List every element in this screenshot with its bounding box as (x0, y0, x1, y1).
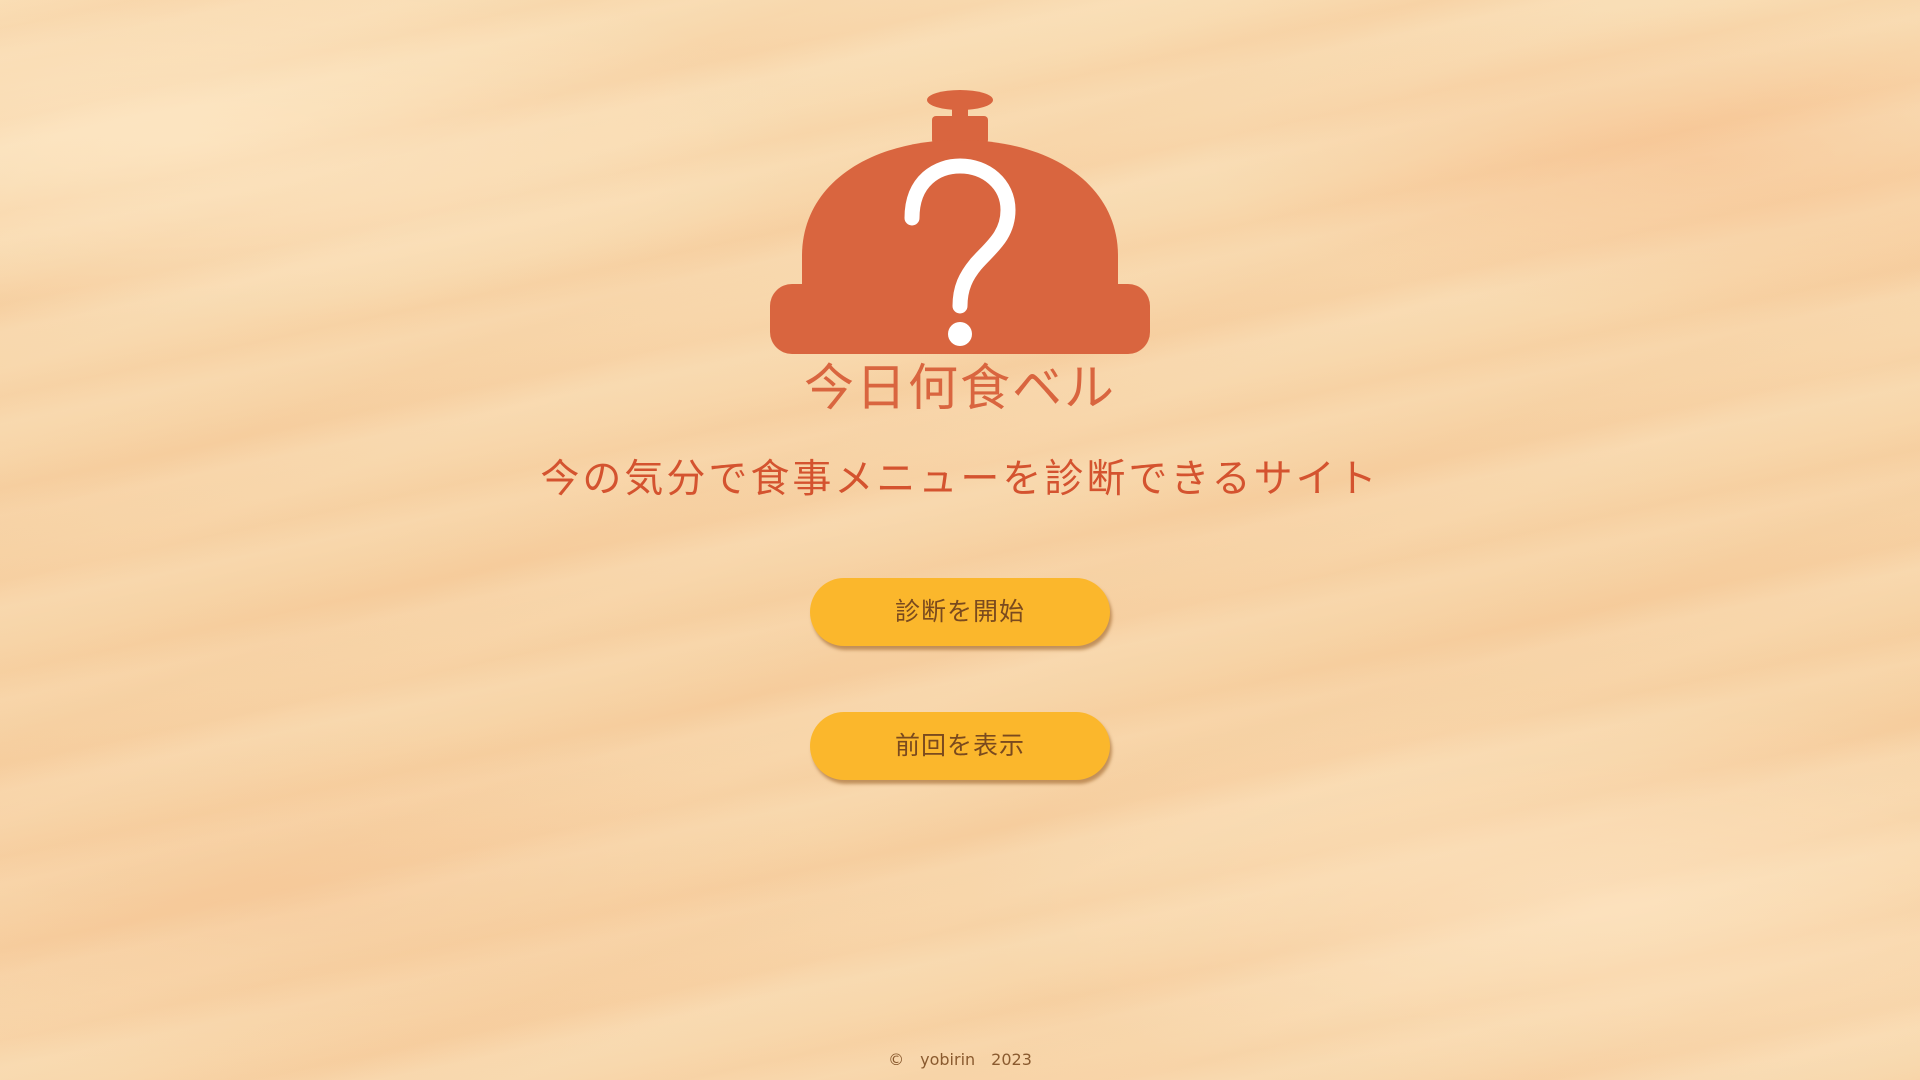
service-bell-question-icon (770, 90, 1150, 354)
site-tagline: 今の気分で食事メニューを診断できるサイト (540, 457, 1380, 502)
footer-copyright: © yobirin 2023 (888, 1050, 1032, 1069)
show-previous-button[interactable]: 前回を表示 (810, 712, 1110, 780)
start-diagnosis-button[interactable]: 診断を開始 (810, 578, 1110, 646)
site-logo-title: 今日何食ベル (804, 359, 1116, 417)
